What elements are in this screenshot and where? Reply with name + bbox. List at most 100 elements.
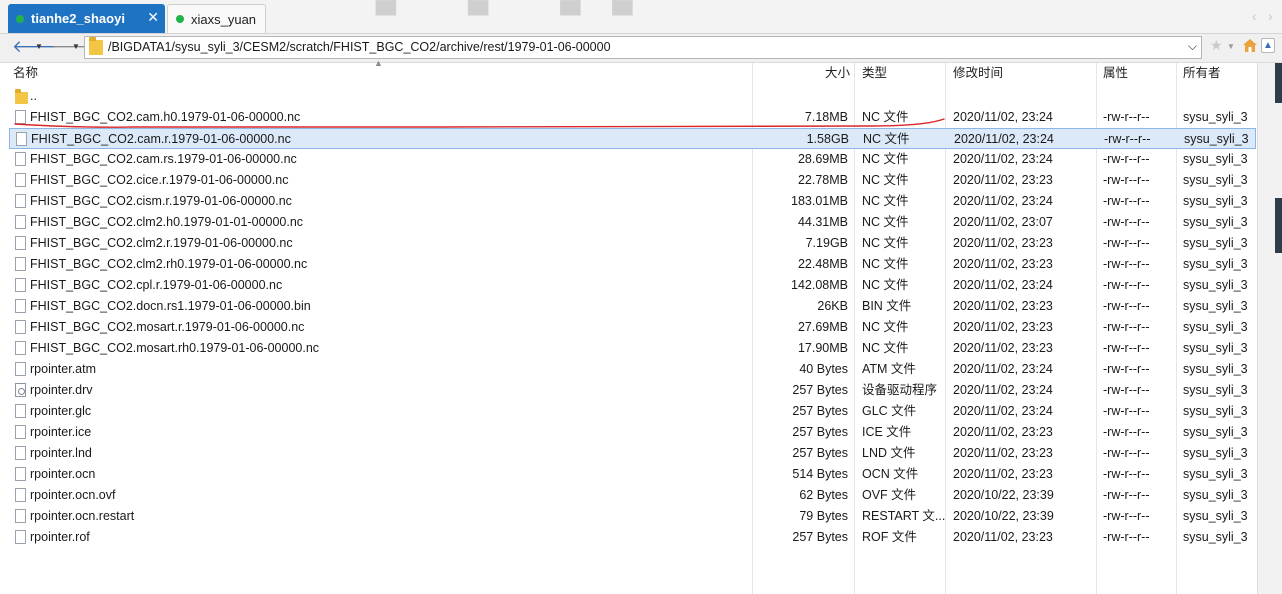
file-type: NC 文件 xyxy=(863,132,910,146)
file-permissions: -rw-r--r-- xyxy=(1103,383,1150,397)
file-modified: 2020/11/02, 23:23 xyxy=(953,467,1053,481)
file-size: 142.08MB xyxy=(791,278,848,292)
file-name: rpointer.ocn xyxy=(30,467,96,481)
file-modified: 2020/11/02, 23:23 xyxy=(953,446,1053,460)
file-name: rpointer.rof xyxy=(30,530,90,544)
file-row[interactable]: FHIST_BGC_CO2.clm2.r.1979-01-06-00000.nc… xyxy=(9,233,1256,254)
background-window-blur: ▀▄▀ ▀▄▀ ▀▄▀▄▀ xyxy=(350,0,665,16)
bookmark-star-icon[interactable]: ★ xyxy=(1210,37,1223,54)
file-row[interactable]: rpointer.ocn 514 Bytes OCN 文件 2020/11/02, 2… xyxy=(9,464,1256,485)
file-name: rpointer.atm xyxy=(30,362,97,376)
file-icon xyxy=(15,152,26,166)
back-history-dropdown-icon[interactable]: ▼ xyxy=(35,42,43,51)
file-modified: 2020/11/02, 23:24 xyxy=(953,110,1053,124)
tab-scroll-left-icon[interactable]: ‹ xyxy=(1252,8,1257,24)
file-row[interactable]: FHIST_BGC_CO2.cism.r.1979-01-06-00000.nc… xyxy=(9,191,1256,212)
file-size: 257 Bytes xyxy=(792,425,848,439)
file-owner: sysu_syli_3 xyxy=(1183,320,1248,334)
file-owner: sysu_syli_3 xyxy=(1183,194,1248,208)
file-row[interactable]: rpointer.ocn.restart 79 Bytes RESTART 文...… xyxy=(9,506,1256,527)
file-row[interactable]: rpointer.glc 257 Bytes GLC 文件 2020/11/02, 2… xyxy=(9,401,1256,422)
file-modified: 2020/11/02, 23:23 xyxy=(953,320,1053,334)
file-modified: 2020/11/02, 23:24 xyxy=(953,383,1053,397)
file-name: FHIST_BGC_CO2.cam.r.1979-01-06-00000.nc xyxy=(31,132,291,146)
file-row[interactable]: rpointer.lnd 257 Bytes LND 文件 2020/11/02, 2… xyxy=(9,443,1256,464)
file-owner: sysu_syli_3 xyxy=(1183,488,1248,502)
path-dropdown-icon[interactable]: ⌵ xyxy=(1188,39,1197,54)
file-row[interactable]: FHIST_BGC_CO2.mosart.rh0.1979-01-06-0000… xyxy=(9,338,1256,359)
file-permissions: -rw-r--r-- xyxy=(1103,320,1150,334)
file-name: rpointer.glc xyxy=(30,404,92,418)
path-input[interactable]: /BIGDATA1/sysu_syli_3/CESM2/scratch/FHIS… xyxy=(84,36,1202,59)
file-type: OCN 文件 xyxy=(862,467,919,481)
file-size: 79 Bytes xyxy=(799,509,848,523)
file-row[interactable]: FHIST_BGC_CO2.clm2.rh0.1979-01-06-00000.… xyxy=(9,254,1256,275)
file-size: 40 Bytes xyxy=(799,362,848,376)
file-row[interactable]: FHIST_BGC_CO2.cpl.r.1979-01-06-00000.nc 1… xyxy=(9,275,1256,296)
column-header-attributes[interactable]: 属性 xyxy=(1103,63,1128,84)
tab-close-icon[interactable]: ✕ xyxy=(147,10,159,24)
file-row[interactable]: rpointer.rof 257 Bytes ROF 文件 2020/11/02, 2… xyxy=(9,527,1256,548)
column-header-type[interactable]: 类型 xyxy=(862,63,887,84)
file-icon xyxy=(15,299,26,313)
file-permissions: -rw-r--r-- xyxy=(1103,362,1150,376)
home-icon[interactable] xyxy=(1243,39,1257,52)
column-header-modified[interactable]: 修改时间 xyxy=(953,63,1003,84)
file-icon xyxy=(15,194,26,208)
file-row[interactable]: FHIST_BGC_CO2.cice.r.1979-01-06-00000.nc… xyxy=(9,170,1256,191)
file-name: FHIST_BGC_CO2.cism.r.1979-01-06-00000.nc xyxy=(30,194,292,208)
file-row[interactable]: rpointer.atm 40 Bytes ATM 文件 2020/11/02, 23… xyxy=(9,359,1256,380)
file-type: NC 文件 xyxy=(862,194,909,208)
file-row[interactable]: FHIST_BGC_CO2.cam.r.1979-01-06-00000.nc 1… xyxy=(9,128,1256,149)
file-icon xyxy=(15,488,26,502)
file-modified: 2020/11/02, 23:07 xyxy=(953,215,1053,229)
file-size: 1.58GB xyxy=(806,132,849,146)
file-row[interactable]: rpointer.ice 257 Bytes ICE 文件 2020/11/02, 2… xyxy=(9,422,1256,443)
file-row[interactable]: FHIST_BGC_CO2.cam.rs.1979-01-06-00000.nc… xyxy=(9,149,1256,170)
file-name: rpointer.ocn.restart xyxy=(30,509,135,523)
connection-status-icon xyxy=(16,14,24,23)
column-header-name[interactable]: 名称 xyxy=(13,63,38,84)
file-permissions: -rw-r--r-- xyxy=(1103,425,1150,439)
folder-icon xyxy=(15,89,28,104)
file-size: 257 Bytes xyxy=(792,383,848,397)
file-size: 28.69MB xyxy=(797,152,848,166)
file-row[interactable]: rpointer.drv 257 Bytes 设备驱动程序 2020/11/02, 2… xyxy=(9,380,1256,401)
file-row[interactable]: FHIST_BGC_CO2.mosart.r.1979-01-06-00000.… xyxy=(9,317,1256,338)
file-name: FHIST_BGC_CO2.mosart.r.1979-01-06-00000.… xyxy=(30,320,305,334)
file-modified: 2020/11/02, 23:24 xyxy=(953,362,1053,376)
up-directory-icon[interactable]: ▲ xyxy=(1261,38,1275,53)
file-row[interactable]: FHIST_BGC_CO2.docn.rs1.1979-01-06-00000.… xyxy=(9,296,1256,317)
column-header-size[interactable]: 大小 xyxy=(752,63,850,84)
file-permissions: -rw-r--r-- xyxy=(1103,530,1150,544)
tab-xiaxs-yuan[interactable]: xiaxs_yuan xyxy=(167,4,266,33)
file-owner: sysu_syli_3 xyxy=(1183,362,1248,376)
file-owner: sysu_syli_3 xyxy=(1184,132,1249,146)
tab-scroll-right-icon[interactable]: › xyxy=(1268,8,1273,24)
address-bar: 🡐 ▼ 🡒 ▼ /BIGDATA1/sysu_syli_3/CESM2/scra… xyxy=(0,34,1282,63)
file-owner: sysu_syli_3 xyxy=(1183,383,1248,397)
file-type: NC 文件 xyxy=(862,278,909,292)
column-header-owner[interactable]: 所有者 xyxy=(1183,63,1221,84)
file-permissions: -rw-r--r-- xyxy=(1103,509,1150,523)
file-type: RESTART 文... xyxy=(862,509,946,523)
parent-directory-row[interactable]: .. xyxy=(9,86,1256,107)
file-row[interactable]: rpointer.ocn.ovf 62 Bytes OVF 文件 2020/10/22… xyxy=(9,485,1256,506)
file-name: FHIST_BGC_CO2.cpl.r.1979-01-06-00000.nc xyxy=(30,278,283,292)
file-icon xyxy=(15,173,26,187)
file-icon xyxy=(15,362,26,376)
file-name: rpointer.ice xyxy=(30,425,92,439)
file-size: 7.19GB xyxy=(805,236,848,250)
forward-history-dropdown-icon[interactable]: ▼ xyxy=(72,42,80,51)
file-size: 257 Bytes xyxy=(792,530,848,544)
file-owner: sysu_syli_3 xyxy=(1183,299,1248,313)
tab-tianhe2-shaoyi[interactable]: tianhe2_shaoyi ✕ xyxy=(8,4,165,33)
file-row[interactable]: FHIST_BGC_CO2.clm2.h0.1979-01-01-00000.n… xyxy=(9,212,1256,233)
file-row[interactable]: FHIST_BGC_CO2.cam.h0.1979-01-06-00000.nc… xyxy=(9,107,1256,128)
file-permissions: -rw-r--r-- xyxy=(1103,446,1150,460)
file-permissions: -rw-r--r-- xyxy=(1103,278,1150,292)
file-modified: 2020/11/02, 23:23 xyxy=(953,236,1053,250)
bookmark-dropdown-icon[interactable]: ▼ xyxy=(1227,42,1235,51)
file-modified: 2020/10/22, 23:39 xyxy=(953,488,1054,502)
file-name: FHIST_BGC_CO2.cice.r.1979-01-06-00000.nc xyxy=(30,173,289,187)
